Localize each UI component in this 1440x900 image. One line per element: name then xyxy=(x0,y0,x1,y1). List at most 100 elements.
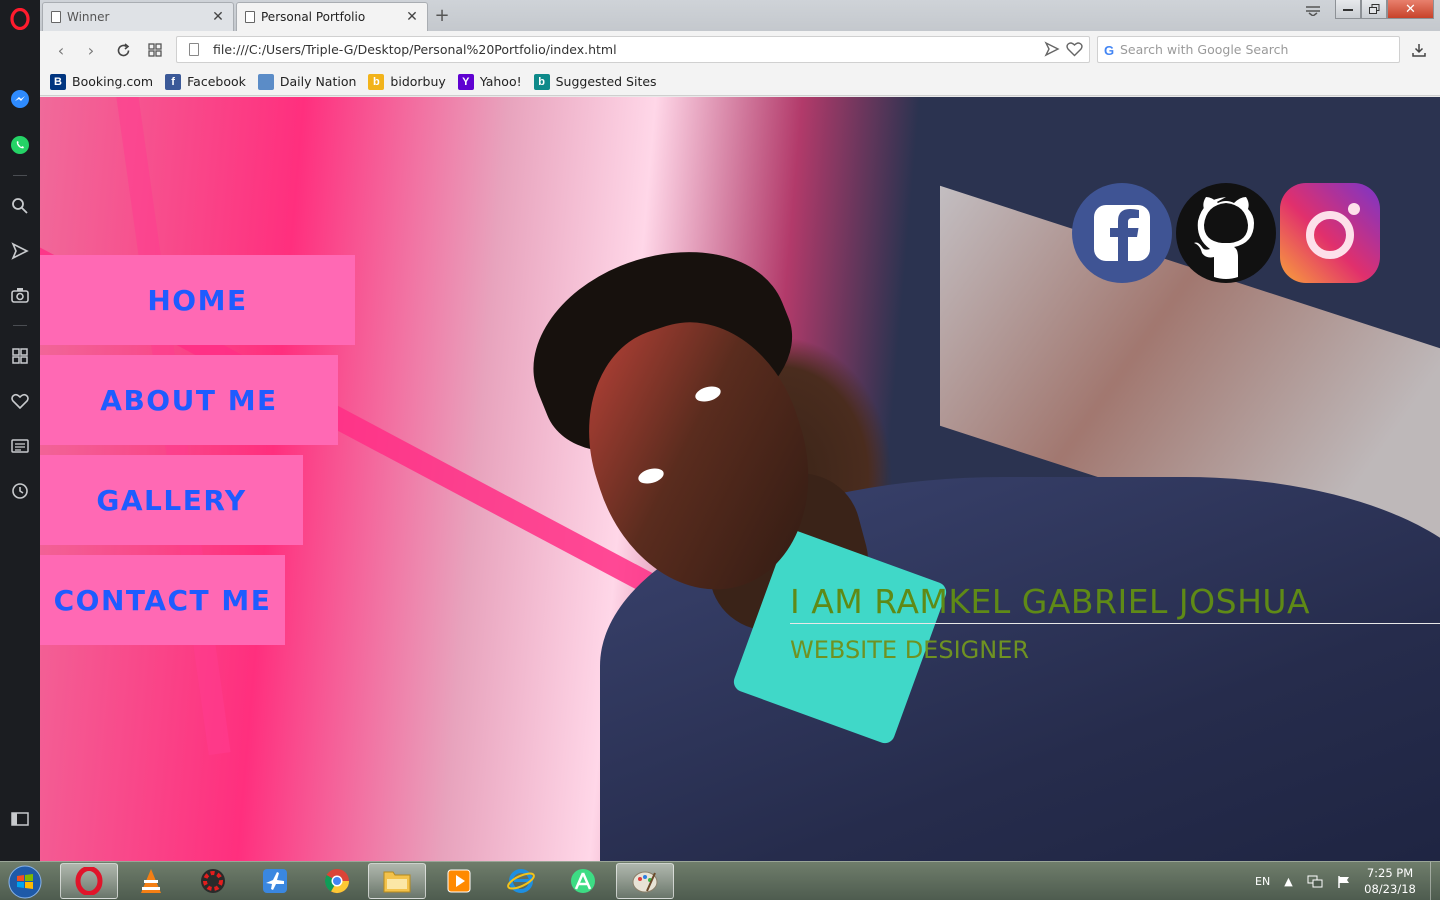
language-indicator[interactable]: EN xyxy=(1255,875,1270,888)
app-gear-icon xyxy=(201,869,225,893)
messenger-icon xyxy=(11,90,29,108)
facebook-icon[interactable] xyxy=(1072,183,1172,283)
github-icon[interactable] xyxy=(1176,183,1276,283)
nav-home-button[interactable]: HOME xyxy=(40,255,355,345)
document-icon xyxy=(245,11,255,23)
nav-about-button[interactable]: ABOUT ME xyxy=(40,355,338,445)
opera-sidebar xyxy=(0,0,40,861)
bookmark-item[interactable]: Y Yahoo! xyxy=(457,73,522,90)
reload-button[interactable] xyxy=(112,39,134,61)
messenger-sidebar-button[interactable] xyxy=(0,84,40,114)
tab-menu-button[interactable] xyxy=(1302,2,1324,20)
bookmark-heart-icon[interactable] xyxy=(1066,41,1083,57)
taskbar-paint[interactable] xyxy=(616,863,674,899)
speed-dial-sidebar-button[interactable] xyxy=(0,341,40,371)
sidebar-panel-icon xyxy=(11,812,29,826)
minimize-icon xyxy=(1343,9,1353,11)
taskbar-internet-explorer[interactable] xyxy=(492,863,550,899)
bookmark-item[interactable]: B Booking.com xyxy=(50,73,154,90)
internet-explorer-icon xyxy=(507,869,535,893)
snapshot-sidebar-button[interactable] xyxy=(0,280,40,310)
nav-contact-button[interactable]: CONTACT ME xyxy=(40,555,285,645)
opera-icon xyxy=(75,867,103,895)
suggested-sites-icon: b xyxy=(533,73,550,90)
opera-menu-button[interactable] xyxy=(0,4,40,34)
plus-icon: + xyxy=(434,4,450,26)
news-sidebar-button[interactable] xyxy=(0,431,40,461)
url-actions xyxy=(1044,41,1083,57)
instagram-icon[interactable] xyxy=(1280,183,1380,283)
sidebar-separator xyxy=(13,325,27,326)
booking-icon: B xyxy=(50,73,66,90)
forward-arrow-icon: › xyxy=(87,40,95,60)
history-sidebar-button[interactable] xyxy=(0,476,40,506)
windows-start-icon xyxy=(8,865,42,898)
speed-dial-button[interactable] xyxy=(144,39,166,61)
taskbar-app-red[interactable] xyxy=(184,863,242,899)
download-icon xyxy=(1412,44,1426,57)
close-window-button[interactable]: ✕ xyxy=(1387,0,1434,19)
search-box[interactable]: G xyxy=(1097,36,1400,63)
taskbar-android-studio[interactable] xyxy=(554,863,612,899)
yahoo-icon: Y xyxy=(457,73,474,90)
send-sidebar-button[interactable] xyxy=(0,236,40,266)
bookmark-item[interactable]: b bidorbuy xyxy=(368,73,446,90)
minimize-button[interactable] xyxy=(1335,0,1361,19)
show-desktop-button[interactable] xyxy=(1430,862,1440,900)
tab-personal-portfolio[interactable]: Personal Portfolio ✕ xyxy=(236,2,428,31)
address-bar[interactable] xyxy=(176,36,1090,63)
start-button[interactable] xyxy=(4,863,46,900)
bookmark-item[interactable]: Daily Nation xyxy=(257,73,357,90)
search-sidebar-button[interactable] xyxy=(0,191,40,221)
camera-icon xyxy=(11,288,29,303)
network-icon[interactable] xyxy=(1307,875,1323,889)
send-page-icon[interactable] xyxy=(1044,41,1060,57)
heart-icon xyxy=(11,393,29,409)
opera-logo-icon xyxy=(10,8,30,30)
back-button[interactable]: ‹ xyxy=(50,39,72,61)
bookmark-label: bidorbuy xyxy=(390,74,446,89)
chrome-icon xyxy=(324,869,349,894)
action-center-flag-icon[interactable] xyxy=(1337,875,1351,889)
taskbar-media-player[interactable] xyxy=(430,863,488,899)
document-icon xyxy=(51,11,61,23)
close-tab-icon[interactable]: ✕ xyxy=(405,9,419,25)
taskbar-vlc[interactable] xyxy=(122,863,180,899)
maximize-button[interactable] xyxy=(1361,0,1387,19)
url-input[interactable] xyxy=(213,42,1033,57)
whatsapp-sidebar-button[interactable] xyxy=(0,130,40,160)
sidebar-toggle-button[interactable] xyxy=(0,804,40,834)
google-icon: G xyxy=(1104,43,1115,58)
bookmark-item[interactable]: b Suggested Sites xyxy=(533,73,657,90)
taskbar-app-plane[interactable] xyxy=(246,863,304,899)
android-studio-icon xyxy=(571,869,595,893)
system-tray: EN ▲ xyxy=(1240,862,1351,900)
facebook-icon: f xyxy=(165,73,182,90)
taskbar-explorer[interactable] xyxy=(368,863,426,899)
nav-gallery-button[interactable]: GALLERY xyxy=(40,455,303,545)
tab-title: Personal Portfolio xyxy=(261,10,366,24)
folder-icon xyxy=(383,871,411,893)
speed-dial-icon xyxy=(12,348,28,364)
reload-icon xyxy=(117,42,129,56)
clock-date: 08/23/18 xyxy=(1364,882,1416,896)
sidebar-separator xyxy=(13,175,27,176)
bookmark-label: Booking.com xyxy=(72,74,154,89)
downloads-button[interactable] xyxy=(1408,39,1430,61)
bookmarks-sidebar-button[interactable] xyxy=(0,386,40,416)
new-tab-button[interactable]: + xyxy=(431,4,453,26)
bookmark-label: Daily Nation xyxy=(279,74,357,89)
media-player-icon xyxy=(447,869,471,893)
paint-icon xyxy=(632,871,658,893)
bookmarks-bar: B Booking.com f Facebook Daily Nation b bidorb… xyxy=(40,68,1440,96)
close-tab-icon[interactable]: ✕ xyxy=(211,9,225,25)
taskbar-chrome[interactable] xyxy=(308,863,366,899)
search-input[interactable] xyxy=(1120,42,1390,57)
forward-button[interactable]: › xyxy=(80,39,102,61)
taskbar-clock[interactable]: 7:25 PM 08/23/18 xyxy=(1358,865,1422,897)
bidorbuy-icon: b xyxy=(368,73,385,90)
taskbar-opera[interactable] xyxy=(60,863,118,899)
show-hidden-icons[interactable]: ▲ xyxy=(1284,875,1292,888)
tab-winner[interactable]: Winner ✕ xyxy=(42,2,234,31)
bookmark-item[interactable]: f Facebook xyxy=(165,73,246,90)
